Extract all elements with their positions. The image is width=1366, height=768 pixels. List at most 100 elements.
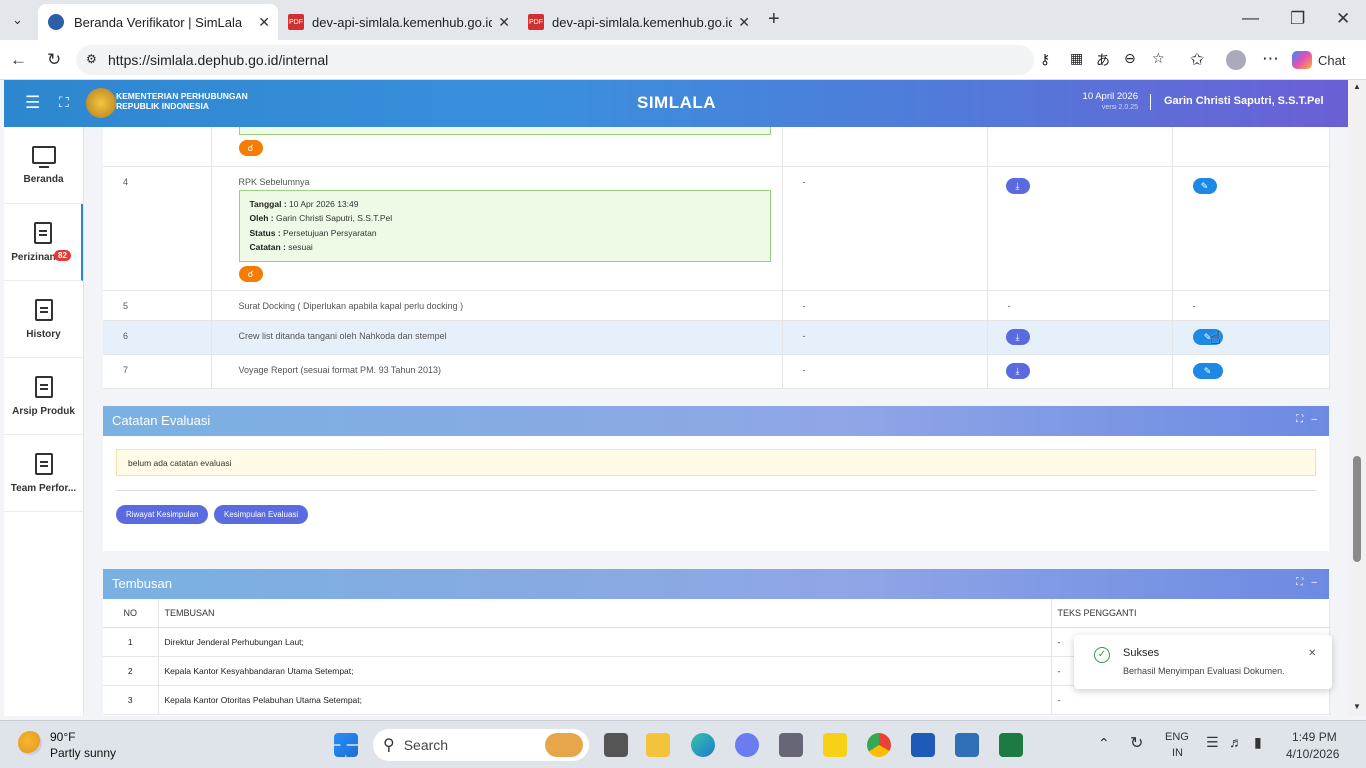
toast-message: Berhasil Menyimpan Evaluasi Dokumen. (1123, 666, 1285, 676)
divider (116, 490, 1316, 491)
download-button[interactable]: ⤓ (1005, 177, 1030, 194)
expand-icon[interactable]: ⛶ (1296, 577, 1303, 588)
status-cell: - (782, 290, 988, 321)
kesimpulan-evaluasi-button[interactable]: Kesimpulan Evaluasi (213, 505, 309, 524)
close-tab-icon[interactable]: ✕ (498, 14, 510, 31)
site-info-icon[interactable]: ⚙ (86, 52, 97, 66)
header-user[interactable]: Garin Christi Saputri, S.S.T.Pel (1164, 95, 1324, 107)
window-close-icon[interactable]: ✕ (1336, 9, 1350, 29)
catatan-label: Catatan : (249, 242, 286, 252)
table-row: ☌ (103, 127, 1330, 167)
tab-list-chevron-icon[interactable]: ⌄ (12, 10, 23, 30)
clock-time[interactable]: 1:49 PM (1292, 730, 1337, 744)
battery-icon[interactable]: ▮ (1254, 734, 1262, 751)
sidebar-item-label: Beranda (23, 173, 64, 185)
collapse-icon[interactable]: – (1311, 414, 1317, 425)
key-icon[interactable]: ⚷ (1040, 51, 1050, 68)
tab-pdf-1[interactable]: PDF dev-api-simlala.kemenhub.go.id/a ✕ (278, 4, 518, 40)
edit-button[interactable]: ✎ (1192, 177, 1217, 194)
close-tab-icon[interactable]: ✕ (738, 14, 750, 31)
calculator-icon[interactable] (955, 733, 979, 757)
wifi-icon[interactable]: ☰ (1206, 734, 1219, 751)
profile-avatar[interactable] (1226, 50, 1246, 70)
file-explorer-icon[interactable] (646, 733, 670, 757)
org-line-2: REPUBLIK INDONESIA (116, 101, 210, 111)
col-header-no: NO (103, 599, 159, 628)
row-number: 4 (103, 166, 212, 291)
panel-tools: ⛶ – (1296, 577, 1317, 588)
copilot-chat-button[interactable]: Chat (1292, 48, 1356, 72)
catatan-value: sesuai (288, 242, 313, 252)
apps-icon[interactable]: ▦ (1070, 50, 1083, 67)
edit-button[interactable]: ✎ (1192, 362, 1223, 379)
sidebar-item-team-performance[interactable]: Team Perfor... (4, 435, 83, 512)
col-header-teks-pengganti: TEKS PENGGANTI (1051, 599, 1330, 628)
app-icon[interactable] (735, 733, 759, 757)
clock-date[interactable]: 4/10/2026 (1286, 747, 1339, 761)
riwayat-kesimpulan-button[interactable]: Riwayat Kesimpulan (116, 505, 209, 524)
lang-eng[interactable]: ENG (1165, 731, 1189, 743)
back-icon[interactable]: ← (10, 50, 27, 70)
lang-in[interactable]: IN (1172, 747, 1183, 759)
more-icon[interactable]: ⋯ (1262, 49, 1279, 69)
notification-badge: 82 (54, 250, 71, 261)
toast-close-icon[interactable]: ✕ (1308, 648, 1316, 659)
hamburger-icon[interactable]: ☰ (25, 93, 40, 113)
restore-icon[interactable]: ❐ (1290, 9, 1305, 29)
sidebar-item-label: Perizinan (11, 251, 56, 263)
document-icon (34, 375, 53, 398)
status-label: Status : (249, 227, 281, 238)
favorite-star-icon[interactable]: ☆ (1152, 50, 1165, 67)
sidebar-item-beranda[interactable]: Beranda (4, 127, 83, 204)
windows-start-icon[interactable] (334, 733, 358, 757)
volume-icon[interactable]: ♬ (1229, 734, 1243, 750)
sidebar-item-perizinan[interactable]: Perizinan 82 (4, 204, 83, 281)
address-bar-row: ← ↻ ⚙ https://simlala.dephub.go.id/inter… (0, 40, 1366, 80)
search-placeholder: Search (403, 737, 449, 753)
expand-icon[interactable]: ⛶ (1296, 414, 1303, 425)
table-row: 5 Surat Docking ( Diperlukan apabila kap… (103, 290, 1330, 321)
zoom-icon[interactable]: ⊖ (1124, 50, 1136, 67)
sticky-notes-icon[interactable] (823, 733, 847, 757)
scroll-down-icon[interactable]: ▼ (1353, 702, 1361, 711)
translate-icon[interactable]: あ (1096, 50, 1110, 70)
document-icon (34, 298, 53, 321)
close-tab-icon[interactable]: ✕ (258, 14, 270, 31)
download-button[interactable]: ⤓ (1005, 328, 1030, 345)
download-button[interactable]: ⤓ (1005, 362, 1030, 379)
scroll-up-icon[interactable]: ▲ (1353, 82, 1361, 91)
tab-pdf-2[interactable]: PDF dev-api-simlala.kemenhub.go.id/a ✕ (518, 4, 758, 40)
main-content: ☌ 4 RPK Sebelumnya Tanggal : 10 Apr 2026… (103, 127, 1330, 716)
chevron-up-icon[interactable]: ⌃ (1098, 735, 1110, 752)
hand-cursor-icon: ☝ (1210, 328, 1221, 348)
word-icon[interactable] (911, 733, 935, 757)
favorites-icon[interactable]: ✩ (1190, 50, 1204, 70)
url-field[interactable]: ⚙ https://simlala.dephub.go.id/internal … (76, 45, 1165, 75)
collapse-icon[interactable]: – (1311, 577, 1317, 588)
refresh-icon[interactable]: ↻ (47, 50, 61, 70)
org-name: KEMENTERIAN PERHUBUNGAN REPUBLIK INDONES… (116, 91, 248, 111)
excel-icon[interactable] (999, 733, 1023, 757)
weather-temp: 90°F (50, 730, 76, 744)
sync-icon[interactable]: ↻ (1130, 733, 1143, 753)
camera-icon[interactable] (779, 733, 803, 757)
search-icon: ⚲ (383, 737, 395, 754)
view-history-button[interactable]: ☌ (238, 140, 263, 156)
chat-label: Chat (1318, 52, 1346, 68)
view-history-button[interactable]: ☌ (238, 265, 263, 282)
tab-title: Beranda Verifikator | SimLala (74, 14, 243, 30)
minimize-icon[interactable]: — (1242, 8, 1259, 28)
tab-simlala[interactable]: Beranda Verifikator | SimLala ✕ (38, 4, 278, 40)
page-scrollbar[interactable]: ▲ ▼ (1348, 80, 1366, 716)
edge-icon[interactable] (691, 733, 715, 757)
sidebar: Beranda Perizinan 82 History Arsip Produ… (4, 127, 84, 716)
sidebar-item-history[interactable]: History (4, 281, 83, 358)
weather-icon[interactable] (18, 731, 42, 755)
fullscreen-icon[interactable]: ⛶ (59, 94, 69, 111)
new-tab-icon[interactable]: + (768, 9, 780, 29)
scrollbar-thumb[interactable] (1353, 456, 1361, 562)
sidebar-item-arsip-produk[interactable]: Arsip Produk (4, 358, 83, 435)
taskbar-search[interactable]: ⚲ Search (373, 729, 589, 761)
chrome-icon[interactable] (867, 733, 891, 757)
task-view-icon[interactable] (604, 733, 628, 757)
